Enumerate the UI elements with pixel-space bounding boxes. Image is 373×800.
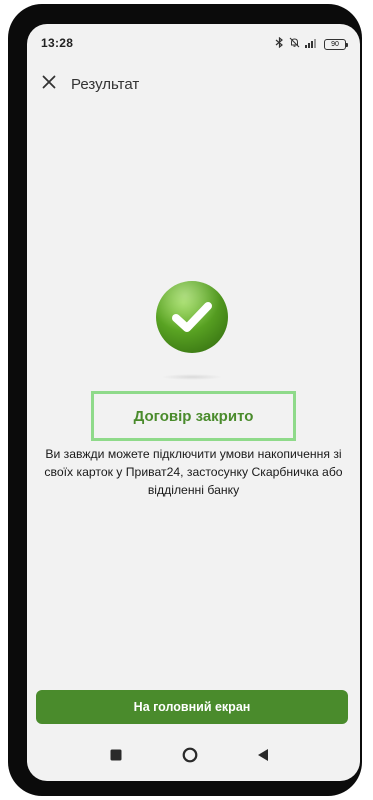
screen: 13:28 90 Результат Договір закрито Ви за… (27, 24, 360, 781)
close-button[interactable] (35, 70, 63, 98)
result-title: Договір закрито (133, 407, 254, 425)
nav-recents-button[interactable] (108, 749, 124, 765)
system-nav-bar (27, 742, 360, 772)
nav-home-button[interactable] (182, 747, 198, 768)
bell-off-icon (289, 35, 300, 53)
nav-back-button[interactable] (255, 748, 271, 767)
close-icon (42, 75, 56, 94)
square-nav-icon (110, 748, 122, 766)
battery-icon: 90 (324, 38, 348, 50)
result-description: Ви завжди можете підключити умови накопи… (44, 447, 343, 497)
status-bar: 13:28 90 (27, 24, 360, 64)
status-time: 13:28 (41, 36, 74, 50)
home-screen-button[interactable]: На головний екран (36, 690, 348, 724)
check-shadow (161, 374, 223, 380)
back-triangle-icon (257, 748, 269, 767)
bluetooth-icon (275, 35, 284, 53)
status-icons: 90 (275, 35, 348, 53)
circle-nav-icon (182, 747, 198, 768)
result-title-highlight: Договір закрито (91, 391, 296, 441)
page-title: Результат (71, 76, 140, 93)
header: Результат (27, 68, 360, 108)
signal-icon (305, 35, 319, 53)
phone-frame: 13:28 90 Результат Договір закрито Ви за… (8, 4, 362, 796)
check-circle-icon (155, 280, 229, 354)
